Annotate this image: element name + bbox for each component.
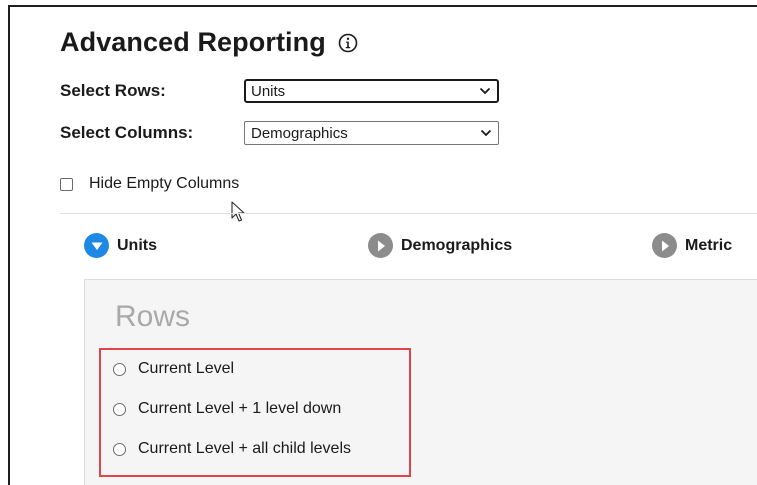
select-rows-label: Select Rows: [60, 81, 166, 100]
chevron-down-icon [84, 233, 109, 258]
radio-label[interactable]: Current Level + all child levels [138, 440, 351, 458]
chevron-down-icon [480, 129, 492, 137]
chevron-right-icon [368, 233, 393, 258]
select-rows-dropdown[interactable]: Units [244, 79, 499, 103]
select-rows-value: Units [251, 82, 286, 100]
radio-button[interactable] [113, 362, 126, 376]
radio-option-all-child-levels[interactable]: Current Level + all child levels [113, 440, 351, 458]
step-demographics[interactable]: Demographics [368, 233, 512, 258]
section-divider [60, 213, 757, 214]
steps-bar: Units Demographics Metric [10, 233, 757, 263]
radio-label[interactable]: Current Level + 1 level down [138, 400, 341, 418]
step-demographics-label: Demographics [401, 236, 513, 254]
hide-empty-columns-row: Hide Empty Columns [60, 175, 239, 193]
select-rows-row: Select Rows: Units [60, 79, 499, 103]
step-metric-label: Metric [685, 236, 733, 254]
hide-empty-columns-label[interactable]: Hide Empty Columns [89, 175, 239, 193]
step-units-label: Units [117, 236, 157, 254]
info-icon[interactable] [338, 33, 358, 53]
title-row: Advanced Reporting [60, 27, 358, 58]
radio-button[interactable] [113, 442, 126, 456]
rows-panel-title: Rows [115, 300, 191, 333]
rows-options-highlight: Current Level Current Level + 1 level do… [99, 348, 411, 477]
rows-panel: Rows Current Level Current Level + 1 lev… [84, 279, 757, 485]
radio-option-one-level-down[interactable]: Current Level + 1 level down [113, 400, 341, 418]
report-frame: Advanced Reporting Select Rows: Units Se… [8, 5, 757, 485]
step-units[interactable]: Units [84, 233, 157, 258]
chevron-right-icon [652, 233, 677, 258]
select-columns-label: Select Columns: [60, 123, 194, 142]
radio-button[interactable] [113, 402, 126, 416]
mouse-cursor-icon [231, 201, 245, 222]
radio-option-current-level[interactable]: Current Level [113, 360, 234, 378]
step-metric[interactable]: Metric [652, 233, 732, 258]
chevron-down-icon [479, 87, 491, 95]
select-columns-row: Select Columns: Demographics [60, 121, 499, 145]
hide-empty-columns-checkbox[interactable] [60, 177, 73, 191]
select-columns-dropdown[interactable]: Demographics [244, 121, 499, 145]
select-columns-value: Demographics [251, 124, 348, 142]
page-title: Advanced Reporting [60, 27, 326, 57]
radio-label[interactable]: Current Level [138, 360, 234, 378]
